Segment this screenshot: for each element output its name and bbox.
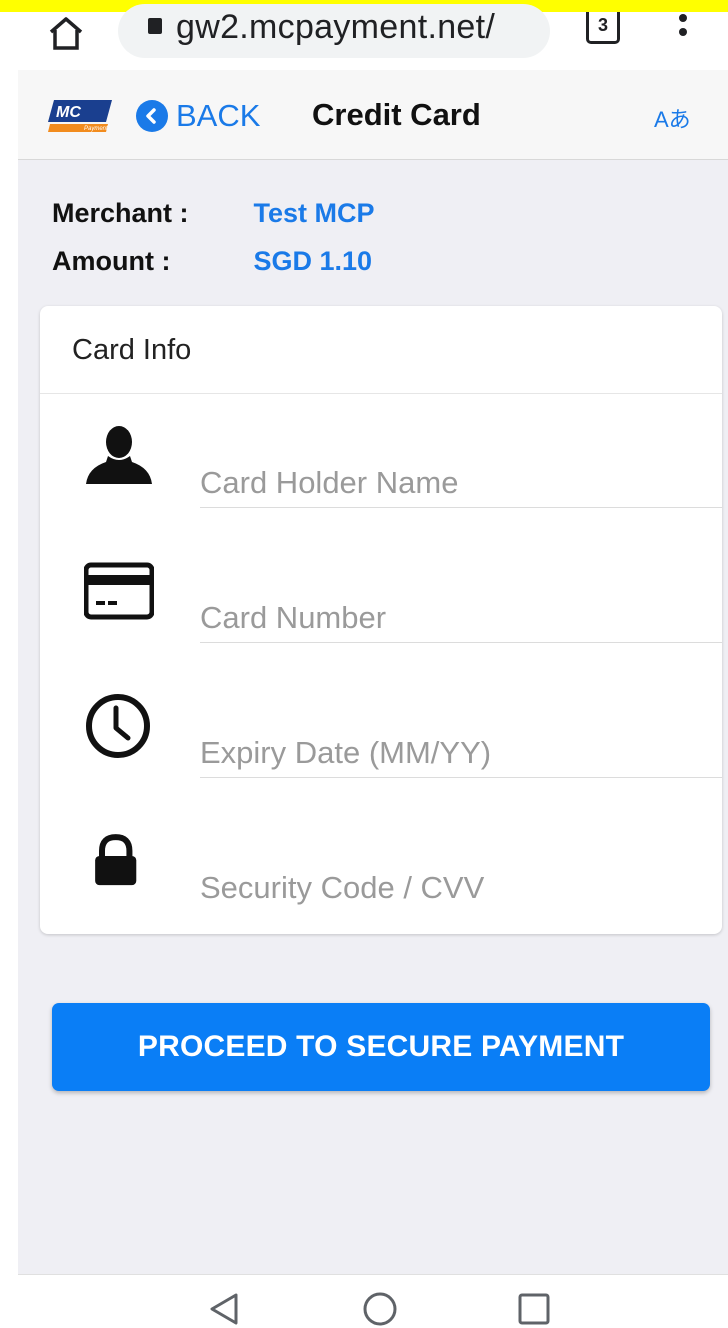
app-header: MC Payment BACK Credit Card Aあ (18, 70, 728, 160)
cvv-field (40, 799, 722, 934)
mc-payment-logo: MC Payment (48, 100, 112, 132)
amount-row: Amount : SGD 1.10 (52, 246, 372, 277)
back-button[interactable]: BACK (136, 96, 260, 136)
back-triangle-icon[interactable] (206, 1291, 242, 1327)
home-icon[interactable] (48, 16, 84, 50)
tab-switcher-icon[interactable]: 3 (586, 12, 620, 44)
overflow-menu-icon[interactable] (678, 14, 688, 50)
card-info-panel: Card Info (40, 306, 722, 934)
cvv-input[interactable] (200, 863, 722, 913)
lock-icon (148, 18, 162, 34)
home-circle-icon[interactable] (362, 1291, 398, 1327)
card-holder-field (40, 394, 722, 529)
recents-square-icon[interactable] (516, 1291, 552, 1327)
left-margin (0, 12, 18, 1328)
card-holder-input[interactable] (200, 458, 722, 508)
card-info-heading: Card Info (40, 306, 722, 394)
payment-page: MC Payment BACK Credit Card Aあ Merchant … (18, 70, 728, 1274)
svg-text:Payment: Payment (84, 126, 108, 132)
page-title: Credit Card (312, 97, 481, 132)
svg-text:MC: MC (56, 104, 81, 121)
person-icon (86, 426, 152, 484)
amount-value: SGD 1.10 (253, 246, 373, 276)
system-navigation-bar (18, 1274, 728, 1328)
browser-toolbar: gw2.mcpayment.net/ 3 (18, 4, 728, 70)
expiry-field (40, 664, 722, 799)
clock-icon (86, 694, 150, 758)
chevron-left-icon (136, 100, 168, 132)
card-number-input[interactable] (200, 593, 722, 643)
merchant-label: Merchant : (52, 198, 189, 228)
card-number-field (40, 529, 722, 664)
credit-card-icon (84, 562, 154, 620)
expiry-input[interactable] (200, 728, 722, 778)
merchant-row: Merchant : Test MCP (52, 198, 375, 229)
proceed-payment-button[interactable]: PROCEED TO SECURE PAYMENT (52, 1003, 710, 1091)
url-text[interactable]: gw2.mcpayment.net/ (176, 8, 495, 47)
merchant-value: Test MCP (253, 198, 375, 228)
amount-label: Amount : (52, 246, 171, 276)
language-button[interactable]: Aあ (654, 102, 691, 134)
address-bar[interactable]: gw2.mcpayment.net/ (118, 4, 550, 58)
lock-icon (95, 834, 137, 886)
back-label: BACK (176, 98, 261, 133)
